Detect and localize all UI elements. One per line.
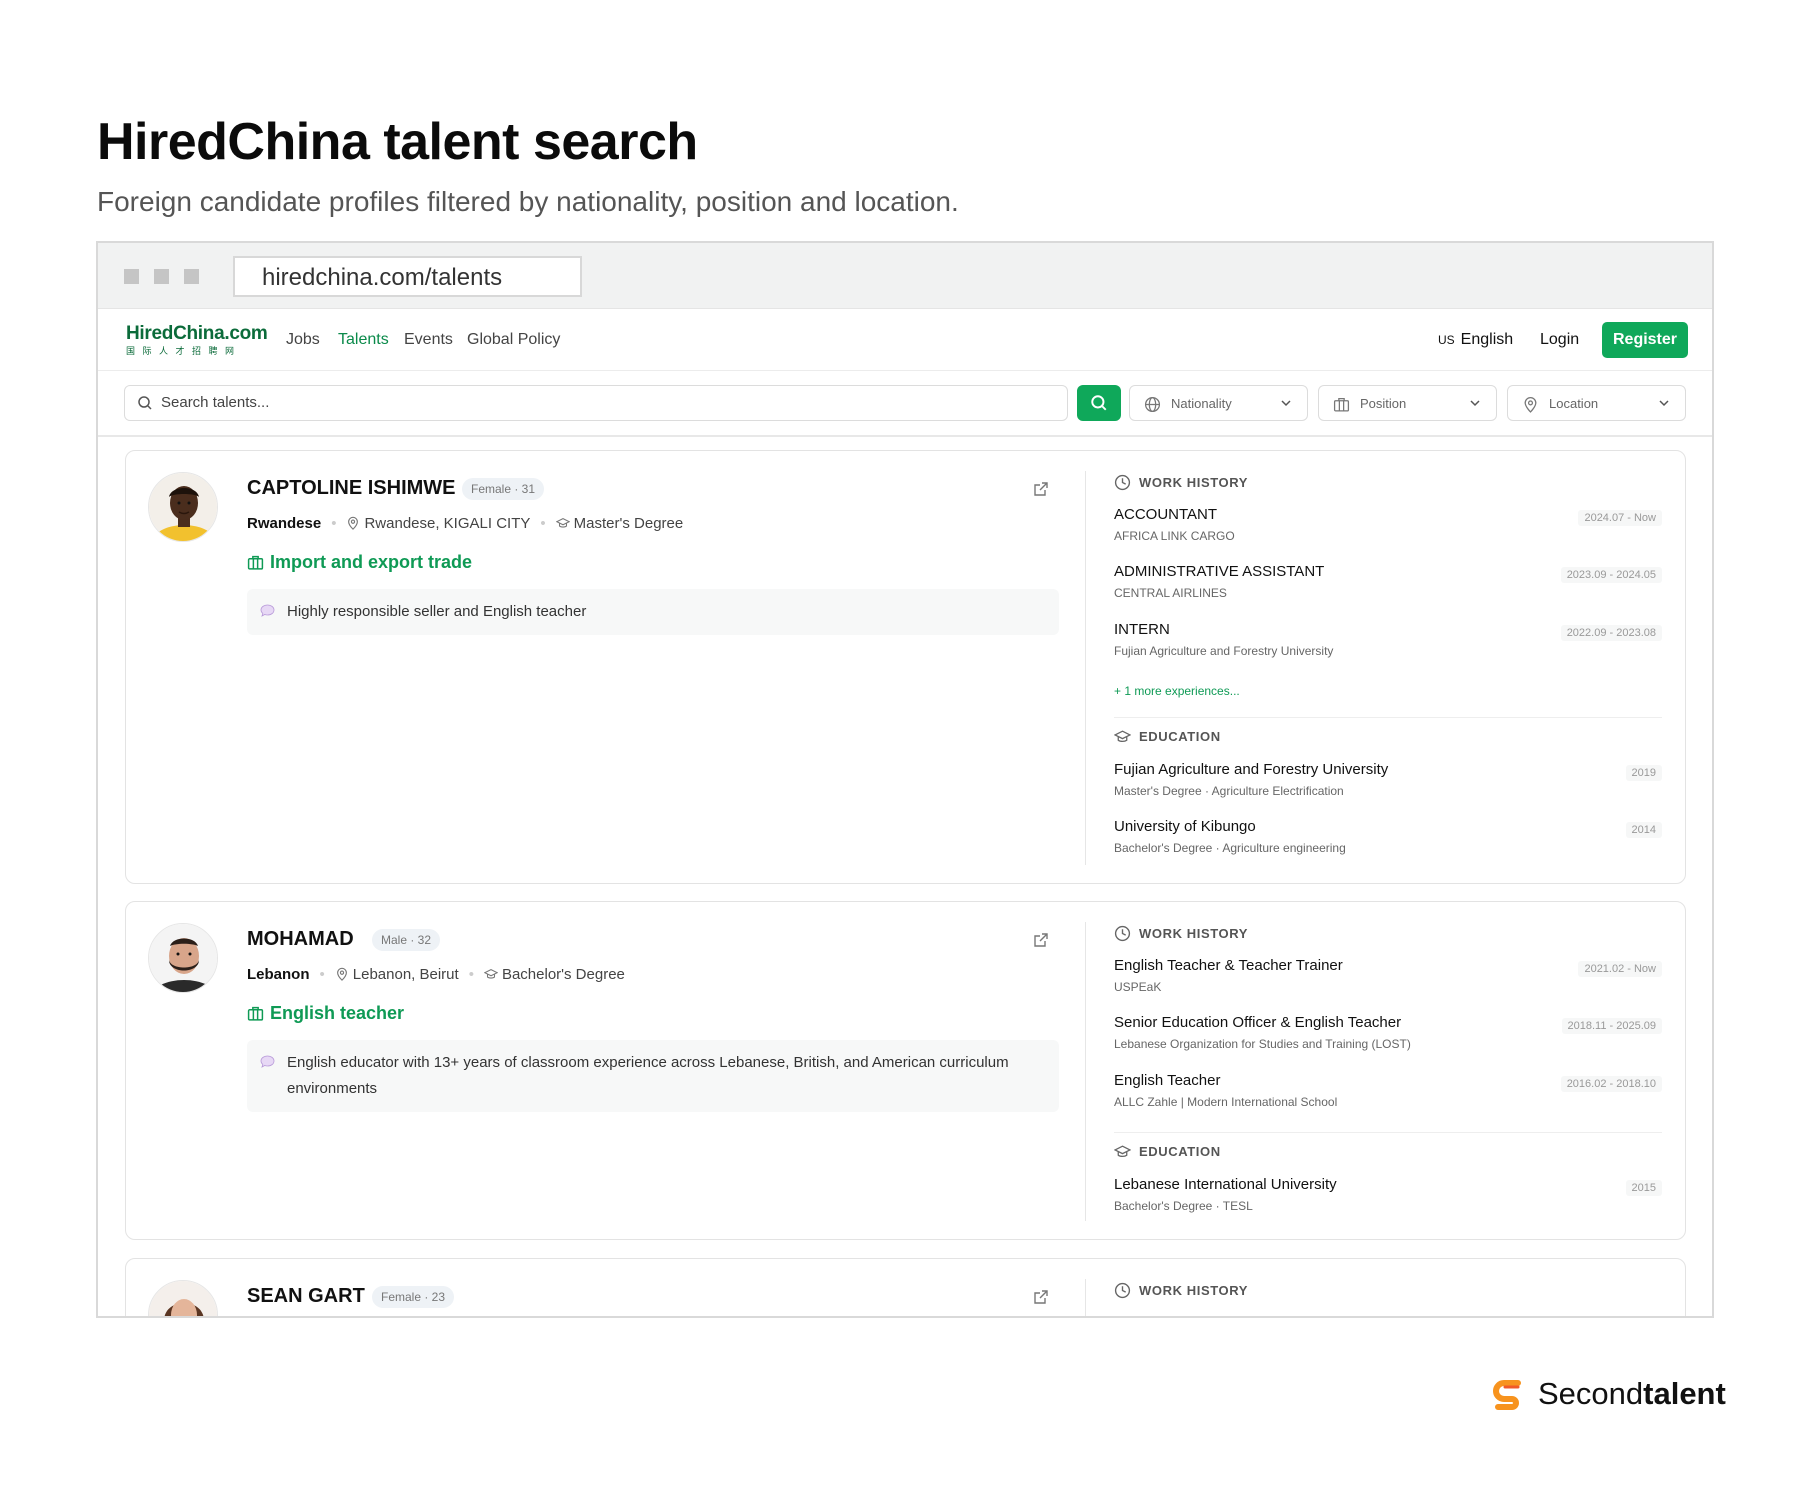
nationality: Rwandese xyxy=(247,515,322,532)
briefcase-icon xyxy=(1333,398,1350,412)
work-item: English Teacher ALLC Zahle | Modern Inter… xyxy=(1114,1072,1662,1109)
page-title: HiredChina talent search xyxy=(97,113,698,171)
search-box[interactable] xyxy=(124,385,1068,421)
graduation-cap-icon xyxy=(555,518,570,528)
globe-icon xyxy=(1144,396,1161,413)
secondtalent-logo-icon xyxy=(1493,1380,1521,1410)
language-selector[interactable]: US English xyxy=(1438,331,1513,349)
location-pin-icon xyxy=(336,967,347,981)
avatar xyxy=(148,923,218,993)
clock-icon xyxy=(1114,925,1131,942)
candidate-position: Import and export trade xyxy=(247,552,472,573)
chat-bubble-icon xyxy=(260,1055,275,1068)
browser-window: hiredchina.com/talents HiredChina.com 国际… xyxy=(96,241,1714,1318)
gender-age-badge: Male · 32 xyxy=(372,929,441,951)
register-button[interactable]: Register xyxy=(1602,322,1688,358)
external-link-icon[interactable] xyxy=(1033,481,1049,497)
search-input[interactable] xyxy=(161,394,1041,411)
browser-chrome: hiredchina.com/talents xyxy=(98,243,1712,309)
page-subtitle: Foreign candidate profiles filtered by n… xyxy=(97,186,959,217)
history-column: WORK HISTORY ACCOUNTANT AFRICA LINK CARGO… xyxy=(1113,451,1662,881)
education-item: University of Kibungo Bachelor's Degree ·… xyxy=(1114,818,1662,855)
window-dot xyxy=(184,269,199,284)
candidate-card[interactable]: CAPTOLINE ISHIMWE Female · 31 Rwandese • R… xyxy=(125,450,1686,884)
graduation-cap-icon xyxy=(1113,730,1132,743)
nav-jobs[interactable]: Jobs xyxy=(286,331,320,349)
site-logo[interactable]: HiredChina.com 国际人才招聘网 xyxy=(126,323,268,357)
education-heading: EDUCATION xyxy=(1113,728,1221,745)
clock-icon xyxy=(1114,474,1131,491)
avatar xyxy=(148,1280,218,1316)
candidate-summary: Highly responsible seller and English te… xyxy=(247,589,1059,635)
clock-icon xyxy=(1114,1282,1131,1299)
section-divider xyxy=(1114,1132,1662,1133)
footer-brand: Secondtalent xyxy=(1538,1376,1726,1411)
flag-icon: US xyxy=(1438,333,1455,347)
nav-global-policy[interactable]: Global Policy xyxy=(467,331,560,349)
history-column: WORK HISTORY xyxy=(1114,1259,1662,1316)
location-dropdown[interactable]: Location xyxy=(1507,385,1686,421)
history-column: WORK HISTORY English Teacher & Teacher T… xyxy=(1113,902,1662,1237)
gender-age-badge: Female · 31 xyxy=(462,478,545,500)
candidate-card[interactable]: MOHAMAD Male · 32 Lebanon • Lebanon, Beiru… xyxy=(125,901,1686,1240)
gender-age-badge: Female · 23 xyxy=(372,1286,455,1308)
external-link-icon[interactable] xyxy=(1033,932,1049,948)
work-history-heading: WORK HISTORY xyxy=(1114,474,1248,491)
education-item: Lebanese International University Bachelo… xyxy=(1114,1176,1662,1213)
briefcase-icon xyxy=(247,555,264,570)
education-item: Fujian Agriculture and Forestry Universi… xyxy=(1114,761,1662,798)
graduation-cap-icon xyxy=(483,969,499,979)
work-history-heading: WORK HISTORY xyxy=(1114,1282,1248,1299)
work-item: Senior Education Officer & English Teach… xyxy=(1114,1014,1662,1051)
work-history-heading: WORK HISTORY xyxy=(1114,925,1248,942)
more-experiences-link[interactable]: + 1 more experiences... xyxy=(1114,684,1240,698)
degree: Bachelor's Degree xyxy=(501,966,625,983)
external-link-icon[interactable] xyxy=(1033,1289,1049,1305)
window-dot xyxy=(154,269,169,284)
filter-bar: Nationality Position Location xyxy=(98,371,1712,437)
search-button[interactable] xyxy=(1077,385,1121,421)
work-item: English Teacher & Teacher Trainer USPEaK 2… xyxy=(1114,957,1662,994)
work-item: ACCOUNTANT AFRICA LINK CARGO 2024.07 - Now xyxy=(1114,506,1662,543)
work-item: ADMINISTRATIVE ASSISTANT CENTRAL AIRLINES… xyxy=(1114,563,1662,600)
column-divider xyxy=(1085,922,1086,1221)
window-dot xyxy=(124,269,139,284)
location: Rwandese, KIGALI CITY xyxy=(364,515,531,532)
column-divider xyxy=(1085,1279,1086,1316)
chevron-down-icon xyxy=(1659,400,1669,407)
work-item: INTERN Fujian Agriculture and Forestry Un… xyxy=(1114,621,1662,658)
candidate-meta: Rwandese • Rwandese, KIGALI CITY • Master's … xyxy=(247,515,684,532)
avatar xyxy=(148,472,218,542)
address-bar[interactable]: hiredchina.com/talents xyxy=(233,256,582,297)
login-link[interactable]: Login xyxy=(1540,331,1579,349)
location: Lebanon, Beirut xyxy=(352,966,459,983)
search-icon xyxy=(138,396,152,410)
candidate-name[interactable]: MOHAMAD xyxy=(247,928,354,951)
section-divider xyxy=(1114,717,1662,718)
nationality-dropdown[interactable]: Nationality xyxy=(1129,385,1308,421)
chevron-down-icon xyxy=(1470,400,1480,407)
position-dropdown[interactable]: Position xyxy=(1318,385,1497,421)
candidate-meta: Lebanon • Lebanon, Beirut • Bachelor's Degre… xyxy=(247,966,625,983)
search-icon xyxy=(1091,395,1107,411)
candidate-card[interactable]: SEAN GART Female · 23 WORK HISTORY xyxy=(125,1258,1686,1316)
chevron-down-icon xyxy=(1281,400,1291,407)
candidate-summary: English educator with 13+ years of class… xyxy=(247,1040,1059,1112)
education-heading: EDUCATION xyxy=(1113,1143,1221,1160)
column-divider xyxy=(1085,471,1086,865)
nav-talents[interactable]: Talents xyxy=(338,331,389,349)
candidate-name[interactable]: CAPTOLINE ISHIMWE xyxy=(247,477,456,500)
chat-bubble-icon xyxy=(260,604,275,617)
top-nav: HiredChina.com 国际人才招聘网 Jobs Talents Even… xyxy=(98,309,1712,371)
degree: Master's Degree xyxy=(573,515,684,532)
candidate-name[interactable]: SEAN GART xyxy=(247,1285,365,1308)
location-pin-icon xyxy=(1524,397,1537,413)
briefcase-icon xyxy=(247,1006,264,1021)
location-pin-icon xyxy=(348,516,359,530)
nav-events[interactable]: Events xyxy=(404,331,453,349)
nationality: Lebanon xyxy=(247,966,310,983)
graduation-cap-icon xyxy=(1113,1145,1132,1158)
candidate-position: English teacher xyxy=(247,1003,404,1024)
